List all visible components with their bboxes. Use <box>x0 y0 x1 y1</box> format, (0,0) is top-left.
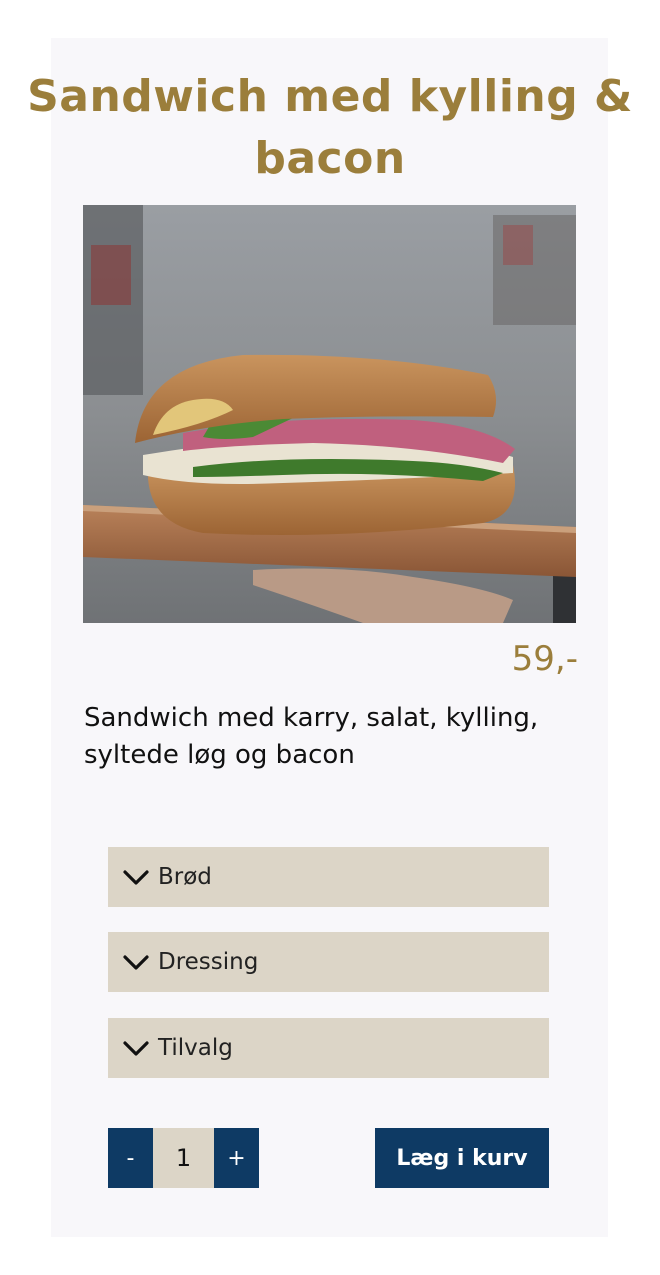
add-to-cart-button[interactable]: Læg i kurv <box>375 1128 549 1188</box>
option-extras-label: Tilvalg <box>158 1035 233 1061</box>
option-dressing-toggle[interactable]: Dressing <box>108 932 549 992</box>
product-description: Sandwich med karry, salat, kylling, sylt… <box>84 703 539 770</box>
chevron-down-icon <box>122 952 150 972</box>
option-bread-toggle[interactable]: Brød <box>108 847 549 907</box>
quantity-input[interactable] <box>153 1128 214 1188</box>
product-price: 59,- <box>511 639 578 679</box>
quantity-increase-button[interactable]: + <box>214 1128 259 1188</box>
option-dressing-label: Dressing <box>158 949 259 975</box>
chevron-down-icon <box>122 867 150 887</box>
chevron-down-icon <box>122 1038 150 1058</box>
product-image <box>83 205 576 623</box>
product-title: Sandwich med kylling & bacon <box>27 71 633 184</box>
option-extras-toggle[interactable]: Tilvalg <box>108 1018 549 1078</box>
quantity-decrease-button[interactable]: - <box>108 1128 153 1188</box>
option-bread-label: Brød <box>158 864 212 890</box>
